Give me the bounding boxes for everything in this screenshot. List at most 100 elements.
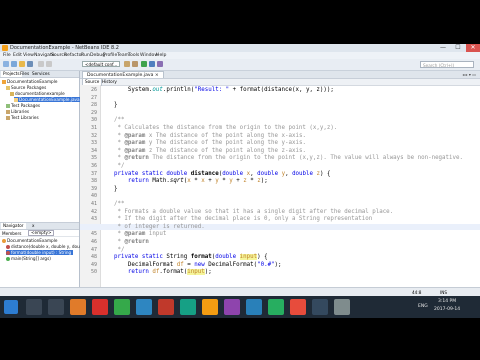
run-icon[interactable] [141, 61, 147, 67]
build-icon[interactable] [124, 61, 130, 67]
code-line[interactable]: * If the digit after the decimal place i… [100, 216, 372, 222]
app-icon[interactable] [224, 299, 240, 315]
code-line[interactable]: */ [100, 163, 124, 169]
language-indicator[interactable]: ENG [418, 304, 428, 309]
menu-tools[interactable]: Tools [128, 53, 139, 58]
app-icon[interactable] [136, 299, 152, 315]
code-line[interactable]: } [100, 102, 118, 108]
code-line[interactable]: return Math.sqrt(x * x + y * y + z * z); [100, 178, 268, 184]
app-icon[interactable] [290, 299, 306, 315]
menu-profile[interactable]: Profile [103, 53, 117, 58]
code-line[interactable]: private static String format(double inpu… [100, 254, 268, 261]
tab-scroll-icon[interactable]: ◂ ▸ ▾ ▭ [462, 72, 476, 77]
menu-run[interactable]: Run [81, 53, 90, 58]
app-icon[interactable] [180, 299, 196, 315]
code-line[interactable]: /** [100, 201, 124, 207]
line-number: 38 [90, 178, 97, 185]
menu-view[interactable]: View [23, 53, 34, 58]
configuration-select[interactable]: <default conf... [82, 61, 120, 67]
clean-build-icon[interactable] [132, 61, 138, 67]
tree-item-source-packages[interactable]: Source Packages [6, 85, 46, 90]
tree-item-method-format[interactable]: format(double input) : String [6, 250, 74, 255]
package-folder-icon [6, 86, 10, 90]
code-line[interactable]: DecimalFormat df = new DecimalFormat("0.… [100, 262, 282, 268]
clock-time[interactable]: 3:14 PM [438, 299, 456, 304]
close-icon[interactable]: x [30, 223, 36, 229]
tree-item-class[interactable]: DocumentationExample [2, 238, 57, 243]
code-line[interactable]: * Formats a double value so that it has … [100, 209, 393, 215]
app-icon[interactable] [268, 299, 284, 315]
line-number: 29 [90, 109, 97, 116]
search-input[interactable]: Search (Ctrl+I) [420, 61, 474, 68]
menu-edit[interactable]: Edit [13, 53, 22, 58]
debug-icon[interactable] [149, 61, 155, 67]
public-method-icon [6, 257, 10, 261]
app-icon[interactable] [158, 299, 174, 315]
profile-icon[interactable] [157, 61, 163, 67]
code-area[interactable]: System.out.println("Result: " + format(d… [80, 85, 480, 287]
projects-tabs: Projects Files Services [0, 71, 79, 78]
line-number: 50 [90, 269, 97, 276]
open-project-icon[interactable] [19, 61, 25, 67]
new-project-icon[interactable] [11, 61, 17, 67]
code-line[interactable]: } [100, 186, 118, 192]
code-line[interactable]: System.out.println("Result: " + format(d… [100, 87, 334, 93]
code-line[interactable]: */ [100, 247, 124, 253]
clock-date[interactable]: 2017-09-14 [434, 307, 460, 312]
menu-help[interactable]: Help [156, 53, 166, 58]
ie-icon[interactable] [48, 299, 64, 315]
tab-services[interactable]: Services [30, 71, 52, 77]
maximize-button[interactable]: ☐ [451, 44, 465, 52]
firefox-icon[interactable] [70, 299, 86, 315]
tree-item-libraries[interactable]: Libraries [6, 109, 29, 114]
close-icon[interactable]: × [155, 73, 159, 78]
code-line[interactable]: private static double distance(double x,… [100, 171, 331, 177]
close-button[interactable]: ✕ [466, 44, 480, 52]
editor-tab-java-file[interactable]: DocumentationExample.java × [82, 71, 164, 78]
cursor-position: 44:8 [412, 290, 422, 295]
app-icon[interactable] [246, 299, 262, 315]
code-line[interactable]: * of integer is returned. [80, 223, 480, 230]
redo-icon[interactable] [46, 61, 52, 67]
class-icon [2, 239, 6, 243]
chrome-icon[interactable] [114, 299, 130, 315]
tree-item-label: DocumentationExample [7, 79, 58, 84]
tree-item-test-packages[interactable]: Test Packages [6, 103, 40, 108]
tree-item-package[interactable]: documentationexample [10, 91, 65, 96]
code-line[interactable]: * Calculates the distance from the origi… [100, 125, 337, 131]
explorer-icon[interactable] [26, 299, 42, 315]
menu-file[interactable]: File [3, 53, 11, 58]
code-line[interactable]: * @param z The distance of the point alo… [100, 148, 306, 154]
line-number: 28 [90, 102, 97, 109]
line-number: 27 [90, 94, 97, 101]
code-line[interactable]: * @param input [100, 231, 166, 237]
app-icon[interactable] [312, 299, 328, 315]
app-icon[interactable] [92, 299, 108, 315]
navigator-header: Members <empty> [0, 230, 79, 237]
tree-item-project[interactable]: DocumentationExample [2, 79, 57, 84]
members-label: Members [2, 231, 22, 236]
code-line[interactable]: * @return The distance from the origin t… [100, 155, 463, 161]
new-file-icon[interactable] [3, 61, 9, 67]
code-line[interactable]: /** [100, 117, 124, 123]
editor-tabs: DocumentationExample.java × ◂ ▸ ▾ ▭ [80, 71, 480, 79]
code-line[interactable]: * @param y The distance of the point alo… [100, 140, 306, 146]
tree-item-method-main[interactable]: main(String[] args) [6, 256, 51, 261]
private-method-icon [6, 251, 10, 255]
undo-icon[interactable] [38, 61, 44, 67]
netbeans-icon[interactable] [202, 299, 218, 315]
code-line[interactable]: return df.format(input); [100, 269, 212, 276]
tree-item-label: Source Packages [11, 85, 47, 90]
save-all-icon[interactable] [27, 61, 33, 67]
tab-navigator[interactable]: Navigator [1, 223, 26, 229]
code-line[interactable]: * @param x The distance of the point alo… [100, 133, 306, 139]
app-icon[interactable] [334, 299, 350, 315]
code-line[interactable]: * @return [100, 239, 148, 245]
minimize-button[interactable]: — [436, 44, 450, 52]
start-icon[interactable] [4, 300, 18, 314]
tree-item-java-file[interactable]: DocumentationExample.java [14, 97, 82, 102]
line-number: 49 [90, 261, 97, 268]
line-number: 45 [90, 231, 97, 238]
members-filter-select[interactable]: <empty> [28, 230, 55, 236]
tree-item-test-libraries[interactable]: Test Libraries [6, 115, 39, 120]
